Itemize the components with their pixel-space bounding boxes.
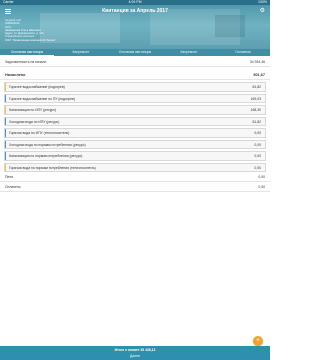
service-value: 0,00 <box>254 131 261 135</box>
service-label: Канализация по нормам потребления (ресур… <box>9 154 83 158</box>
service-label: Горячее водоснабжение по ПУ (подогрев) <box>9 96 75 101</box>
next-button[interactable]: Далее <box>0 354 270 358</box>
service-color-bar <box>5 117 7 125</box>
account-label: Лицевой счёт <box>5 19 22 22</box>
page-title: Квитанция за Апрель 2017 <box>102 8 168 14</box>
paid-row: Оплачено 0,00 <box>0 182 270 192</box>
footer-bar[interactable]: Итого к оплате 35 436,13 Далее <box>0 346 270 360</box>
service-row[interactable]: Горячее водоснабжение (подогрев) 81,82 <box>4 82 266 92</box>
service-row[interactable]: Холодная вода по нормам потребления (рес… <box>4 139 266 149</box>
service-label: Холодная вода по нормам потребления (рес… <box>9 142 86 147</box>
service-row[interactable]: Горячая вода по ИПУ (теплоноситель) 0,00 <box>4 128 266 138</box>
penalty-label: Пени <box>5 175 14 179</box>
service-label: Канализация по ИПУ (ресурс) <box>9 108 57 112</box>
account-info: Лицевой счёт 0100001610 ФИО Шаповалова О… <box>5 19 56 42</box>
accrued-value: 501,67 <box>253 73 265 77</box>
service-row[interactable]: Канализация по ИПУ (ресурс) 168,30 <box>4 105 266 115</box>
service-color-bar <box>5 83 7 91</box>
paid-value: 0,00 <box>258 185 265 189</box>
penalty-row: Пени 0,00 <box>0 172 270 182</box>
accrued-label: Начислено <box>5 73 26 77</box>
receipt-details: Задолженность на начало 34 934,46 Начисл… <box>0 57 270 192</box>
service-value: 168,30 <box>250 108 261 112</box>
company-label: Управляющая компания <box>5 35 35 39</box>
tab-main-receipt-2[interactable]: Основная квитанция <box>108 49 162 56</box>
service-color-bar <box>5 152 7 160</box>
tab-capital-repair-2[interactable]: Капремонт <box>162 49 216 56</box>
service-row[interactable]: Холодная вода по ИПУ (ресурс) 81,82 <box>4 116 266 126</box>
service-value: 0,00 <box>254 142 261 147</box>
debt-row: Задолженность на начало 34 934,46 <box>0 57 270 67</box>
service-row[interactable]: Горячая вода по нормам потребления (тепл… <box>4 162 266 172</box>
service-color-bar <box>5 94 7 102</box>
service-value: 81,82 <box>252 119 262 124</box>
service-color-bar <box>5 163 7 171</box>
debt-value: 34 934,46 <box>249 60 265 64</box>
total-to-pay: Итого к оплате 35 436,13 <box>114 347 156 352</box>
plus-icon: + <box>255 337 261 344</box>
service-row[interactable]: Горячее водоснабжение по ПУ (подогрев) 1… <box>4 93 266 103</box>
company-name: ООО "Управляющая компания 21 Регион" <box>5 38 56 42</box>
header: Квитанция за Апрель 2017 ⚙ Лицевой счёт … <box>0 5 270 49</box>
service-value: 81,82 <box>252 85 262 89</box>
tab-main-3[interactable]: Основная <box>216 49 270 56</box>
penalty-value: 0,00 <box>258 175 265 179</box>
paid-label: Оплачено <box>5 185 21 189</box>
tab-bar: Основная квитанция Капремонт Основная кв… <box>0 49 270 56</box>
service-label: Холодная вода по ИПУ (ресурс) <box>9 119 60 124</box>
service-value: 0,00 <box>254 154 261 158</box>
service-color-bar <box>5 129 7 137</box>
owner-label: ФИО <box>5 25 11 29</box>
tab-capital-repair[interactable]: Капремонт <box>54 49 108 56</box>
service-label: Горячее водоснабжение (подогрев) <box>9 85 65 89</box>
service-color-bar <box>5 106 7 114</box>
accrued-row: Начислено 501,67 <box>0 70 270 80</box>
add-button[interactable]: + <box>253 336 263 346</box>
tab-main-receipt[interactable]: Основная квитанция <box>0 49 54 56</box>
debt-label: Задолженность на начало <box>5 60 47 64</box>
service-label: Горячая вода по ИПУ (теплоноситель) <box>9 131 70 135</box>
service-row[interactable]: Канализация по нормам потребления (ресур… <box>4 151 266 161</box>
service-value: 169,03 <box>250 96 261 101</box>
settings-icon[interactable]: ⚙ <box>260 7 265 15</box>
service-color-bar <box>5 140 7 148</box>
